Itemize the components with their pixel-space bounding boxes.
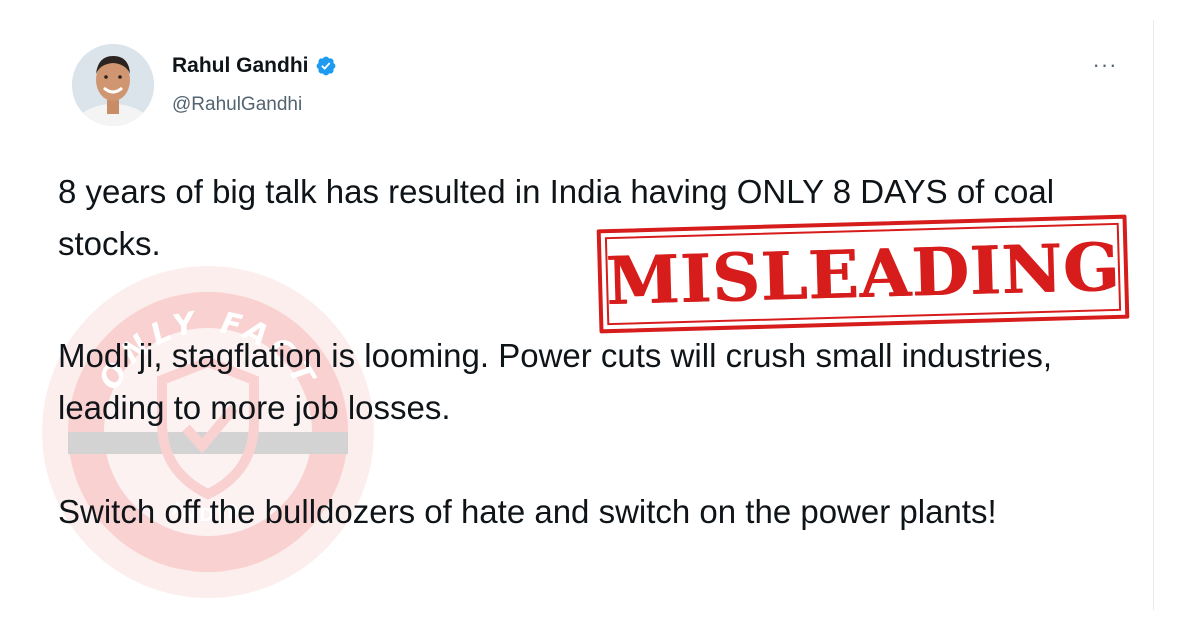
- avatar[interactable]: [72, 44, 154, 126]
- verified-badge-icon: [315, 55, 337, 77]
- more-options-button[interactable]: ···: [1088, 48, 1122, 82]
- tweet-paragraph: Switch off the bulldozers of hate and sw…: [58, 493, 997, 530]
- tweet-card-border: [1153, 20, 1154, 610]
- author-display-name[interactable]: Rahul Gandhi: [172, 54, 309, 78]
- author-handle[interactable]: @RahulGandhi: [172, 94, 302, 116]
- tweet-paragraph: Modi ji, stagflation is looming. Power c…: [58, 337, 1053, 426]
- stamp-label: MISLEADING: [604, 227, 1122, 321]
- misleading-stamp: MISLEADING: [596, 214, 1130, 334]
- author-name-row[interactable]: Rahul Gandhi: [172, 54, 337, 78]
